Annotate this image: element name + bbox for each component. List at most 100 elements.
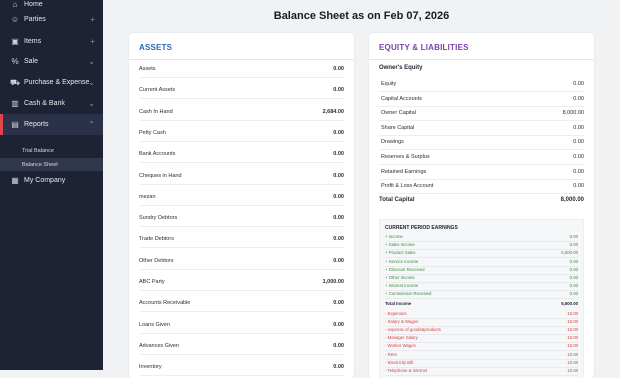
row-divider xyxy=(139,353,344,355)
row-divider xyxy=(385,298,578,300)
sidebar-subitem-balance-sheet[interactable]: Balance Sheet xyxy=(0,158,103,171)
row-divider xyxy=(379,105,584,107)
users-icon: ☺ xyxy=(10,15,20,24)
sidebar-item-reports[interactable]: ▤ Reports ⌃ xyxy=(0,114,103,135)
equity-label: Reserves & Surplus xyxy=(381,154,430,160)
cpe-value: 0.00 xyxy=(569,275,578,280)
total-income-value: 5,500.00 xyxy=(561,300,578,306)
sidebar-item-label: Parties xyxy=(24,16,46,23)
row-divider xyxy=(139,375,344,377)
asset-label: Trade Debtors xyxy=(139,236,174,243)
asset-value: 0.00 xyxy=(333,342,344,349)
asset-row[interactable]: Trade Debtors 0.00 xyxy=(139,236,344,249)
row-divider xyxy=(139,119,344,121)
cpe-label: + Commission Received xyxy=(385,291,432,297)
sidebar-item-purchase-expense[interactable]: ⛟ Purchase & Expense ⌄ xyxy=(0,72,103,93)
divider xyxy=(129,59,354,60)
sidebar-item-cash-bank[interactable]: ▥ Cash & Bank ⌄ xyxy=(0,93,103,114)
asset-row[interactable]: mezan 0.00 xyxy=(139,194,344,206)
equity-value: 0.00 xyxy=(573,139,584,146)
sidebar-item-sale[interactable]: % Sale ⌄ xyxy=(0,51,103,72)
cpe-label: - expense of goods&products xyxy=(385,327,441,332)
assets-card: ASSETS Assets 0.00 Current Assets 0.00 Cash … xyxy=(129,33,354,378)
asset-row[interactable]: Advances Given 0.00 xyxy=(139,343,344,355)
divider xyxy=(369,59,594,60)
equity-label: Retained Earnings xyxy=(381,168,427,175)
row-divider xyxy=(139,311,344,313)
equity-label: Share Capital xyxy=(381,124,415,131)
row-divider xyxy=(379,91,584,92)
cpe-value: 0.00 xyxy=(569,266,578,272)
add-icon[interactable]: + xyxy=(90,37,95,46)
total-income-row: Total Income 5,500.00 xyxy=(385,301,578,309)
equity-label: Owner Capital xyxy=(381,110,416,117)
sidebar-item-my-company[interactable]: ▦ My Company xyxy=(0,170,103,191)
sidebar-item-label: Home xyxy=(24,1,43,8)
sidebar-subitem-label: Balance Sheet xyxy=(22,161,58,168)
asset-value: 2,684.00 xyxy=(322,108,344,115)
asset-value: 0.00 xyxy=(333,151,344,158)
asset-row[interactable]: Bank Accounts 0.00 xyxy=(139,151,344,164)
equity-value: 0.00 xyxy=(573,183,584,190)
equity-row[interactable]: Retained Earnings 0.00 xyxy=(379,169,584,181)
chevron-down-icon[interactable]: ⌄ xyxy=(88,99,95,108)
cpe-label: - Telephone & Internet xyxy=(385,368,428,373)
asset-row[interactable]: ABC Party 1,000.00 xyxy=(139,279,344,291)
percent-icon: % xyxy=(11,57,19,66)
cpe-label: + Service Income xyxy=(385,258,419,264)
row-divider xyxy=(139,98,344,100)
asset-row[interactable]: Accounts Receivable 0.00 xyxy=(139,300,344,313)
chevron-up-icon[interactable]: ⌃ xyxy=(88,120,95,129)
cpe-value: 10.00 xyxy=(567,359,578,365)
row-divider xyxy=(139,332,344,334)
cpe-value: 10.00 xyxy=(567,335,578,341)
asset-row[interactable]: Loans Given 0.00 xyxy=(139,322,344,334)
asset-value: 1,000.00 xyxy=(322,279,344,285)
equity-label: Equity xyxy=(381,81,397,87)
assets-heading: ASSETS xyxy=(139,43,173,52)
sidebar-subitem-trial-balance[interactable]: Trial Balance xyxy=(0,144,103,157)
asset-row[interactable]: Cash In Hand 2,684.00 xyxy=(139,109,344,121)
asset-value: 0.00 xyxy=(333,87,344,94)
chevron-down-icon[interactable]: ⌄ xyxy=(88,57,95,66)
equity-row[interactable]: Profit & Loss Account 0.00 xyxy=(379,183,584,195)
equity-label: Capital Accounts xyxy=(381,95,422,102)
equity-row[interactable]: Share Capital 0.00 xyxy=(379,125,584,137)
sidebar-item-label: Reports xyxy=(24,121,49,128)
row-divider xyxy=(139,77,344,78)
asset-value: 0.00 xyxy=(333,66,344,72)
equity-row[interactable]: Equity 0.00 xyxy=(379,81,584,93)
asset-row[interactable]: Petty Cash 0.00 xyxy=(139,130,344,142)
equity-card: EQUITY & LIABILITIES Owner's Equity Equi… xyxy=(369,33,594,378)
asset-row[interactable]: Current Assets 0.00 xyxy=(139,87,344,100)
row-divider xyxy=(139,204,344,206)
asset-label: Assets xyxy=(139,66,156,72)
asset-row[interactable]: Assets 0.00 xyxy=(139,66,344,78)
income-row: + Interest Income 0.00 xyxy=(385,283,578,292)
asset-value: 0.00 xyxy=(333,321,344,328)
income-row: + Other Income 0.00 xyxy=(385,275,578,283)
sidebar-item-parties[interactable]: ☺ Parties + xyxy=(0,9,103,30)
expense-row: - Worker Wages 10.00 xyxy=(385,343,578,352)
equity-row[interactable]: Owner Capital 8,000.00 xyxy=(379,110,584,122)
asset-value: 0.00 xyxy=(333,129,344,136)
cpe-label: - Rent xyxy=(385,351,397,357)
equity-row[interactable]: Capital Accounts 0.00 xyxy=(379,96,584,108)
equity-value: 0.00 xyxy=(573,95,584,102)
equity-row[interactable]: Reserves & Surplus 0.00 xyxy=(379,154,584,166)
sidebar-item-items[interactable]: ▣ Items + xyxy=(0,31,103,52)
add-icon[interactable]: + xyxy=(90,15,95,24)
cpe-value: 0.00 xyxy=(569,242,578,248)
asset-row[interactable]: Cheques in Hand 0.00 xyxy=(139,173,344,185)
asset-row[interactable]: Other Debtors 0.00 xyxy=(139,258,344,270)
equity-row[interactable]: Drawings 0.00 xyxy=(379,139,584,151)
asset-row[interactable]: Inventory 0.00 xyxy=(139,364,344,377)
asset-row[interactable]: Sundry Debtors 0.00 xyxy=(139,215,344,228)
row-divider xyxy=(139,226,344,228)
chevron-down-icon[interactable]: ⌄ xyxy=(88,78,95,87)
equity-label: Drawings xyxy=(381,139,404,146)
sidebar-item-label: My Company xyxy=(24,177,66,184)
cpe-label: + Product Sales xyxy=(385,250,416,256)
cpe-label: + Income xyxy=(385,234,403,239)
cpe-value: 10.00 xyxy=(567,327,578,332)
